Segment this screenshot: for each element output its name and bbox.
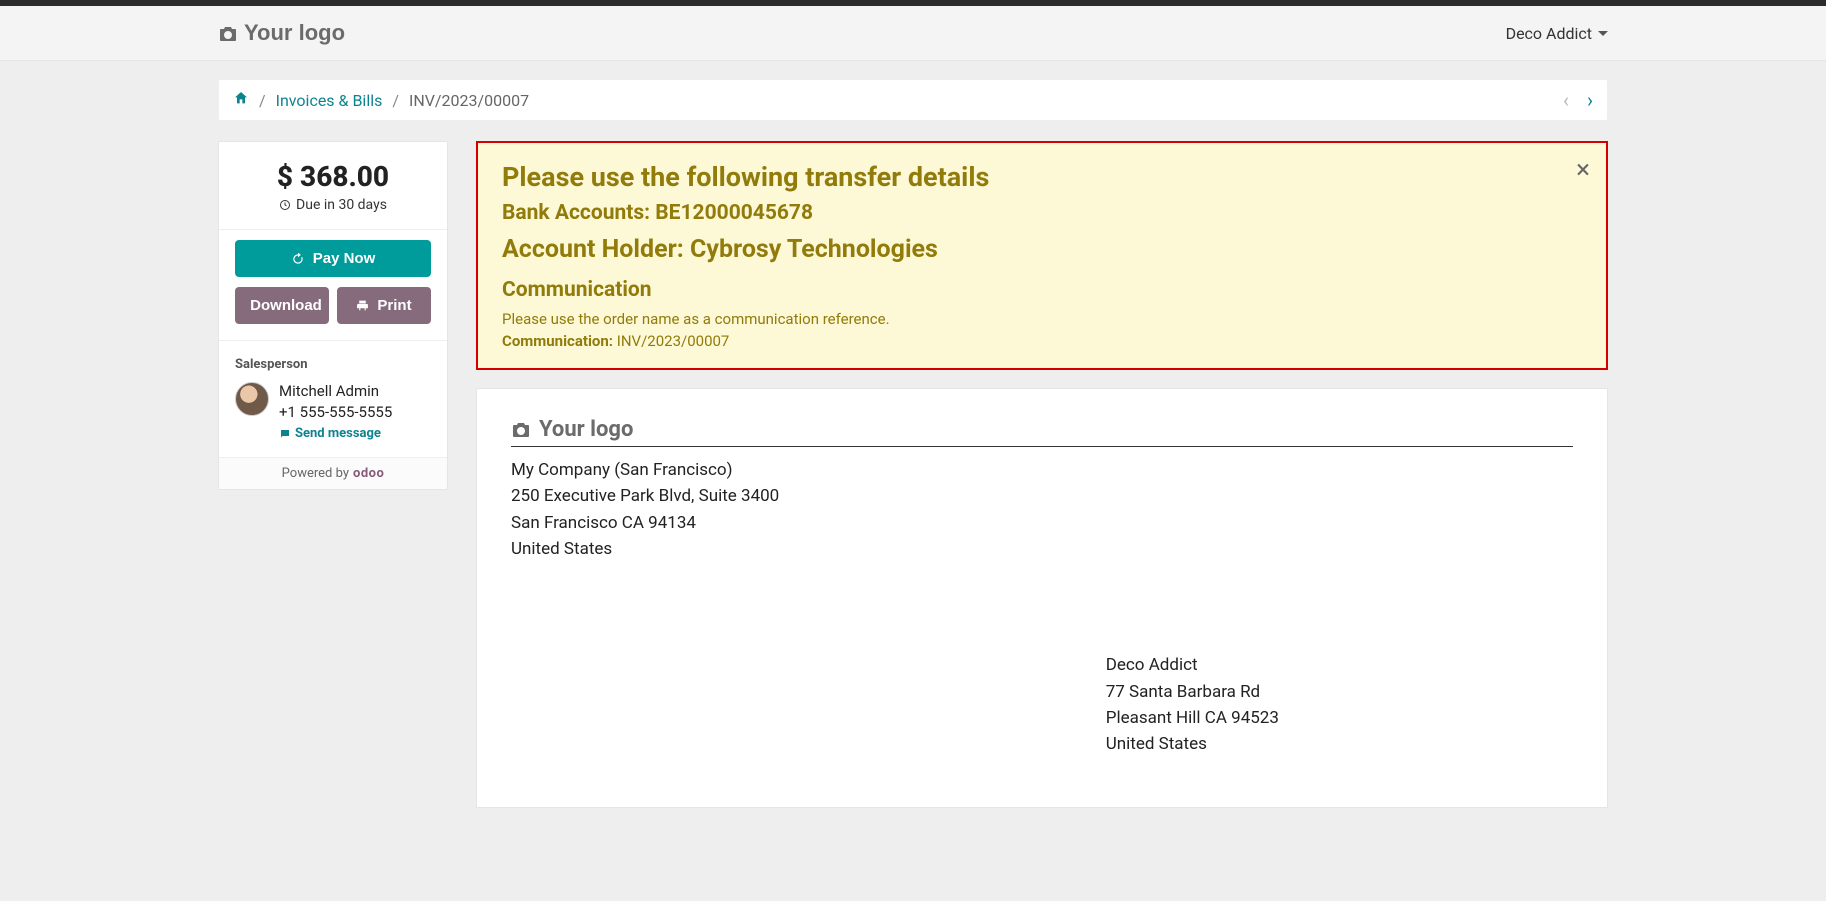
home-icon [233, 90, 249, 106]
amount-box: $ 368.00 Due in 30 days [219, 142, 447, 230]
salesperson-box: Salesperson Mitchell Admin +1 555-555-55… [219, 341, 447, 457]
caret-down-icon [1598, 31, 1608, 36]
comm-ref-label: Communication: [502, 332, 613, 350]
customer-address: Deco Addict 77 Santa Barbara Rd Pleasant… [1106, 652, 1573, 757]
sidebar-card: $ 368.00 Due in 30 days Pay Now Dow [218, 141, 448, 490]
salesperson-phone: +1 555-555-5555 [279, 403, 392, 421]
breadcrumb: / Invoices & Bills / INV/2023/00007 [233, 90, 529, 110]
alert-comm-ref: Communication: INV/2023/00007 [502, 332, 1582, 350]
breadcrumb-bar: / Invoices & Bills / INV/2023/00007 ‹ › [218, 79, 1608, 121]
chat-icon [279, 428, 291, 440]
customer-country: United States [1106, 731, 1573, 757]
holder-label: Account Holder: [502, 235, 684, 264]
transfer-alert: × Please use the following transfer deta… [476, 141, 1608, 370]
print-button[interactable]: Print [337, 287, 431, 324]
alert-close-button[interactable]: × [1576, 157, 1590, 183]
avatar [235, 382, 269, 416]
customer-city: Pleasant Hill CA 94523 [1106, 705, 1573, 731]
page-header: Your logo Deco Addict [0, 6, 1826, 61]
breadcrumb-current: INV/2023/00007 [409, 91, 529, 110]
logo-text: Your logo [244, 20, 345, 46]
alert-holder: Account Holder: Cybrosy Technologies [502, 235, 1582, 264]
comm-ref-value: INV/2023/00007 [617, 332, 730, 350]
breadcrumb-invoices[interactable]: Invoices & Bills [276, 91, 383, 110]
due-label: Due in 30 days [296, 197, 387, 213]
download-button[interactable]: Download [235, 287, 329, 324]
user-menu-label: Deco Addict [1506, 24, 1592, 43]
salesperson-name: Mitchell Admin [279, 382, 392, 400]
pager-next[interactable]: › [1587, 90, 1593, 110]
due-text: Due in 30 days [235, 197, 431, 213]
company-logo: Your logo [218, 20, 345, 46]
breadcrumb-sep: / [259, 91, 266, 110]
alert-comm-heading: Communication [502, 278, 1582, 302]
bank-label: Bank Accounts: [502, 201, 650, 225]
company-address: My Company (San Francisco) 250 Executive… [511, 457, 1573, 562]
refresh-icon [291, 252, 305, 266]
user-menu[interactable]: Deco Addict [1506, 24, 1608, 43]
pager-prev[interactable]: ‹ [1563, 90, 1569, 110]
pay-now-button[interactable]: Pay Now [235, 240, 431, 277]
action-buttons: Pay Now Download Print [219, 230, 447, 341]
customer-name: Deco Addict [1106, 652, 1573, 678]
alert-comm-text: Please use the order name as a communica… [502, 310, 1582, 328]
print-icon [356, 299, 369, 312]
send-message-link[interactable]: Send message [279, 426, 392, 441]
customer-street: 77 Santa Barbara Rd [1106, 679, 1573, 705]
salesperson-heading: Salesperson [235, 357, 431, 372]
invoice-amount: $ 368.00 [235, 160, 431, 193]
doc-header: Your logo [511, 417, 1573, 447]
breadcrumb-sep: / [392, 91, 399, 110]
pay-now-label: Pay Now [313, 250, 376, 267]
company-street: 250 Executive Park Blvd, Suite 3400 [511, 483, 1573, 509]
clock-icon [279, 199, 291, 211]
send-message-label: Send message [295, 426, 381, 441]
company-name: My Company (San Francisco) [511, 457, 1573, 483]
powered-by-text: Powered by [282, 466, 349, 481]
print-label: Print [377, 297, 411, 314]
breadcrumb-home[interactable] [233, 90, 249, 110]
holder-value: Cybrosy Technologies [690, 235, 938, 264]
doc-logo-text: Your logo [539, 417, 633, 442]
odoo-logo[interactable]: odoo [353, 466, 384, 481]
download-label: Download [250, 297, 322, 314]
company-country: United States [511, 536, 1573, 562]
doc-logo: Your logo [511, 417, 1573, 442]
alert-title: Please use the following transfer detail… [502, 161, 1582, 193]
camera-icon [218, 25, 236, 41]
company-city: San Francisco CA 94134 [511, 510, 1573, 536]
pager: ‹ › [1563, 90, 1593, 110]
bank-value: BE12000045678 [655, 201, 813, 225]
camera-icon [511, 421, 531, 438]
powered-by: Powered by odoo [219, 457, 447, 489]
invoice-document: Your logo My Company (San Francisco) 250… [476, 388, 1608, 808]
alert-bank: Bank Accounts: BE12000045678 [502, 201, 1582, 225]
